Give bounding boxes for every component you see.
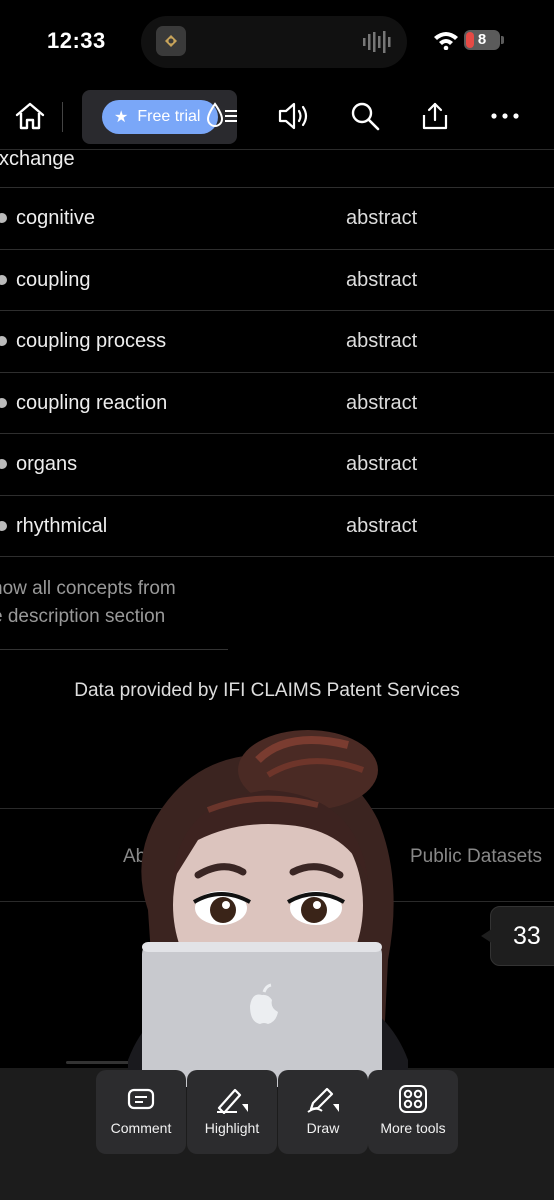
bullet-icon (0, 274, 7, 285)
tools-dock: Comment Highlight Draw More tools (96, 1070, 458, 1154)
top-toolbar: ★ Free trial (0, 84, 554, 150)
wifi-icon (433, 30, 459, 55)
more-tools-icon (398, 1084, 428, 1114)
battery-percent: 8 (477, 31, 487, 48)
row-concept: coupling (16, 268, 91, 291)
row-concept: xchange (0, 148, 75, 170)
show-all-line2: e description section (0, 606, 166, 627)
highlight-icon (215, 1084, 249, 1114)
home-icon[interactable] (13, 99, 47, 133)
comment-label: Comment (110, 1120, 172, 1136)
memoji-avatar-overlay (118, 730, 418, 1090)
bullet-icon (0, 213, 7, 223)
more-tools-label: More tools (380, 1120, 446, 1136)
row-concept: organs (16, 453, 78, 475)
bullet-icon (0, 459, 7, 469)
bullet-icon (0, 336, 7, 346)
draw-label: Draw (306, 1120, 340, 1136)
bullet-icon (0, 520, 7, 531)
more-icon[interactable] (488, 99, 522, 133)
dynamic-island[interactable] (141, 16, 407, 68)
speaker-icon[interactable] (277, 99, 311, 133)
audio-wave-icon (363, 30, 393, 59)
show-all-line1: how all concepts from (0, 578, 176, 599)
table-row[interactable]: coupling abstract (0, 250, 554, 311)
highlight-button[interactable]: Highlight (187, 1070, 277, 1154)
row-concept: coupling reaction (16, 391, 168, 414)
row-section: abstract (346, 514, 418, 537)
free-trial-button[interactable]: ★ Free trial (102, 100, 218, 134)
show-all-concepts-link[interactable]: how all concepts from e description sect… (0, 575, 228, 650)
app-icon (156, 26, 186, 56)
share-icon[interactable] (418, 99, 452, 133)
row-section: abstract (346, 391, 418, 414)
table-row[interactable]: organs abstract (0, 434, 554, 496)
battery-icon: 8 (464, 30, 500, 50)
row-concept: rhythmical (16, 514, 108, 537)
clock: 12:33 (47, 28, 106, 53)
footer-link-public-datasets[interactable]: Public Datasets (410, 846, 542, 868)
page-number: 33 (513, 921, 541, 950)
comment-button[interactable]: Comment (96, 1070, 186, 1154)
more-tools-button[interactable]: More tools (368, 1070, 458, 1154)
ink-drop-list-icon[interactable] (205, 99, 239, 133)
row-section: abstract (346, 330, 418, 352)
table-row[interactable]: coupling reaction abstract (0, 373, 554, 434)
draw-button[interactable]: Draw (278, 1070, 368, 1154)
status-bar: 12:33 8 (0, 0, 554, 84)
table-row[interactable]: cognitive abstract (0, 188, 554, 250)
comment-icon (127, 1084, 155, 1114)
star-icon: ★ (114, 109, 129, 126)
row-section: abstract (346, 453, 418, 475)
draw-icon (306, 1084, 340, 1114)
bullet-icon (0, 397, 7, 408)
table-row-truncated: xchange (0, 142, 554, 188)
toolbar-divider (62, 102, 63, 132)
table-row[interactable]: rhythmical abstract (0, 496, 554, 557)
data-attribution: Data provided by IFI CLAIMS Patent Servi… (74, 680, 460, 701)
row-concept: cognitive (16, 207, 95, 229)
page-number-badge[interactable]: 33 (490, 906, 554, 966)
battery-nub (501, 36, 504, 44)
highlight-label: Highlight (204, 1120, 260, 1136)
row-concept: coupling process (16, 330, 167, 352)
table-row[interactable]: coupling process abstract (0, 311, 554, 373)
row-section: abstract (346, 207, 418, 229)
search-icon[interactable] (348, 99, 382, 133)
free-trial-label: Free trial (137, 108, 201, 125)
row-section: abstract (346, 268, 418, 291)
